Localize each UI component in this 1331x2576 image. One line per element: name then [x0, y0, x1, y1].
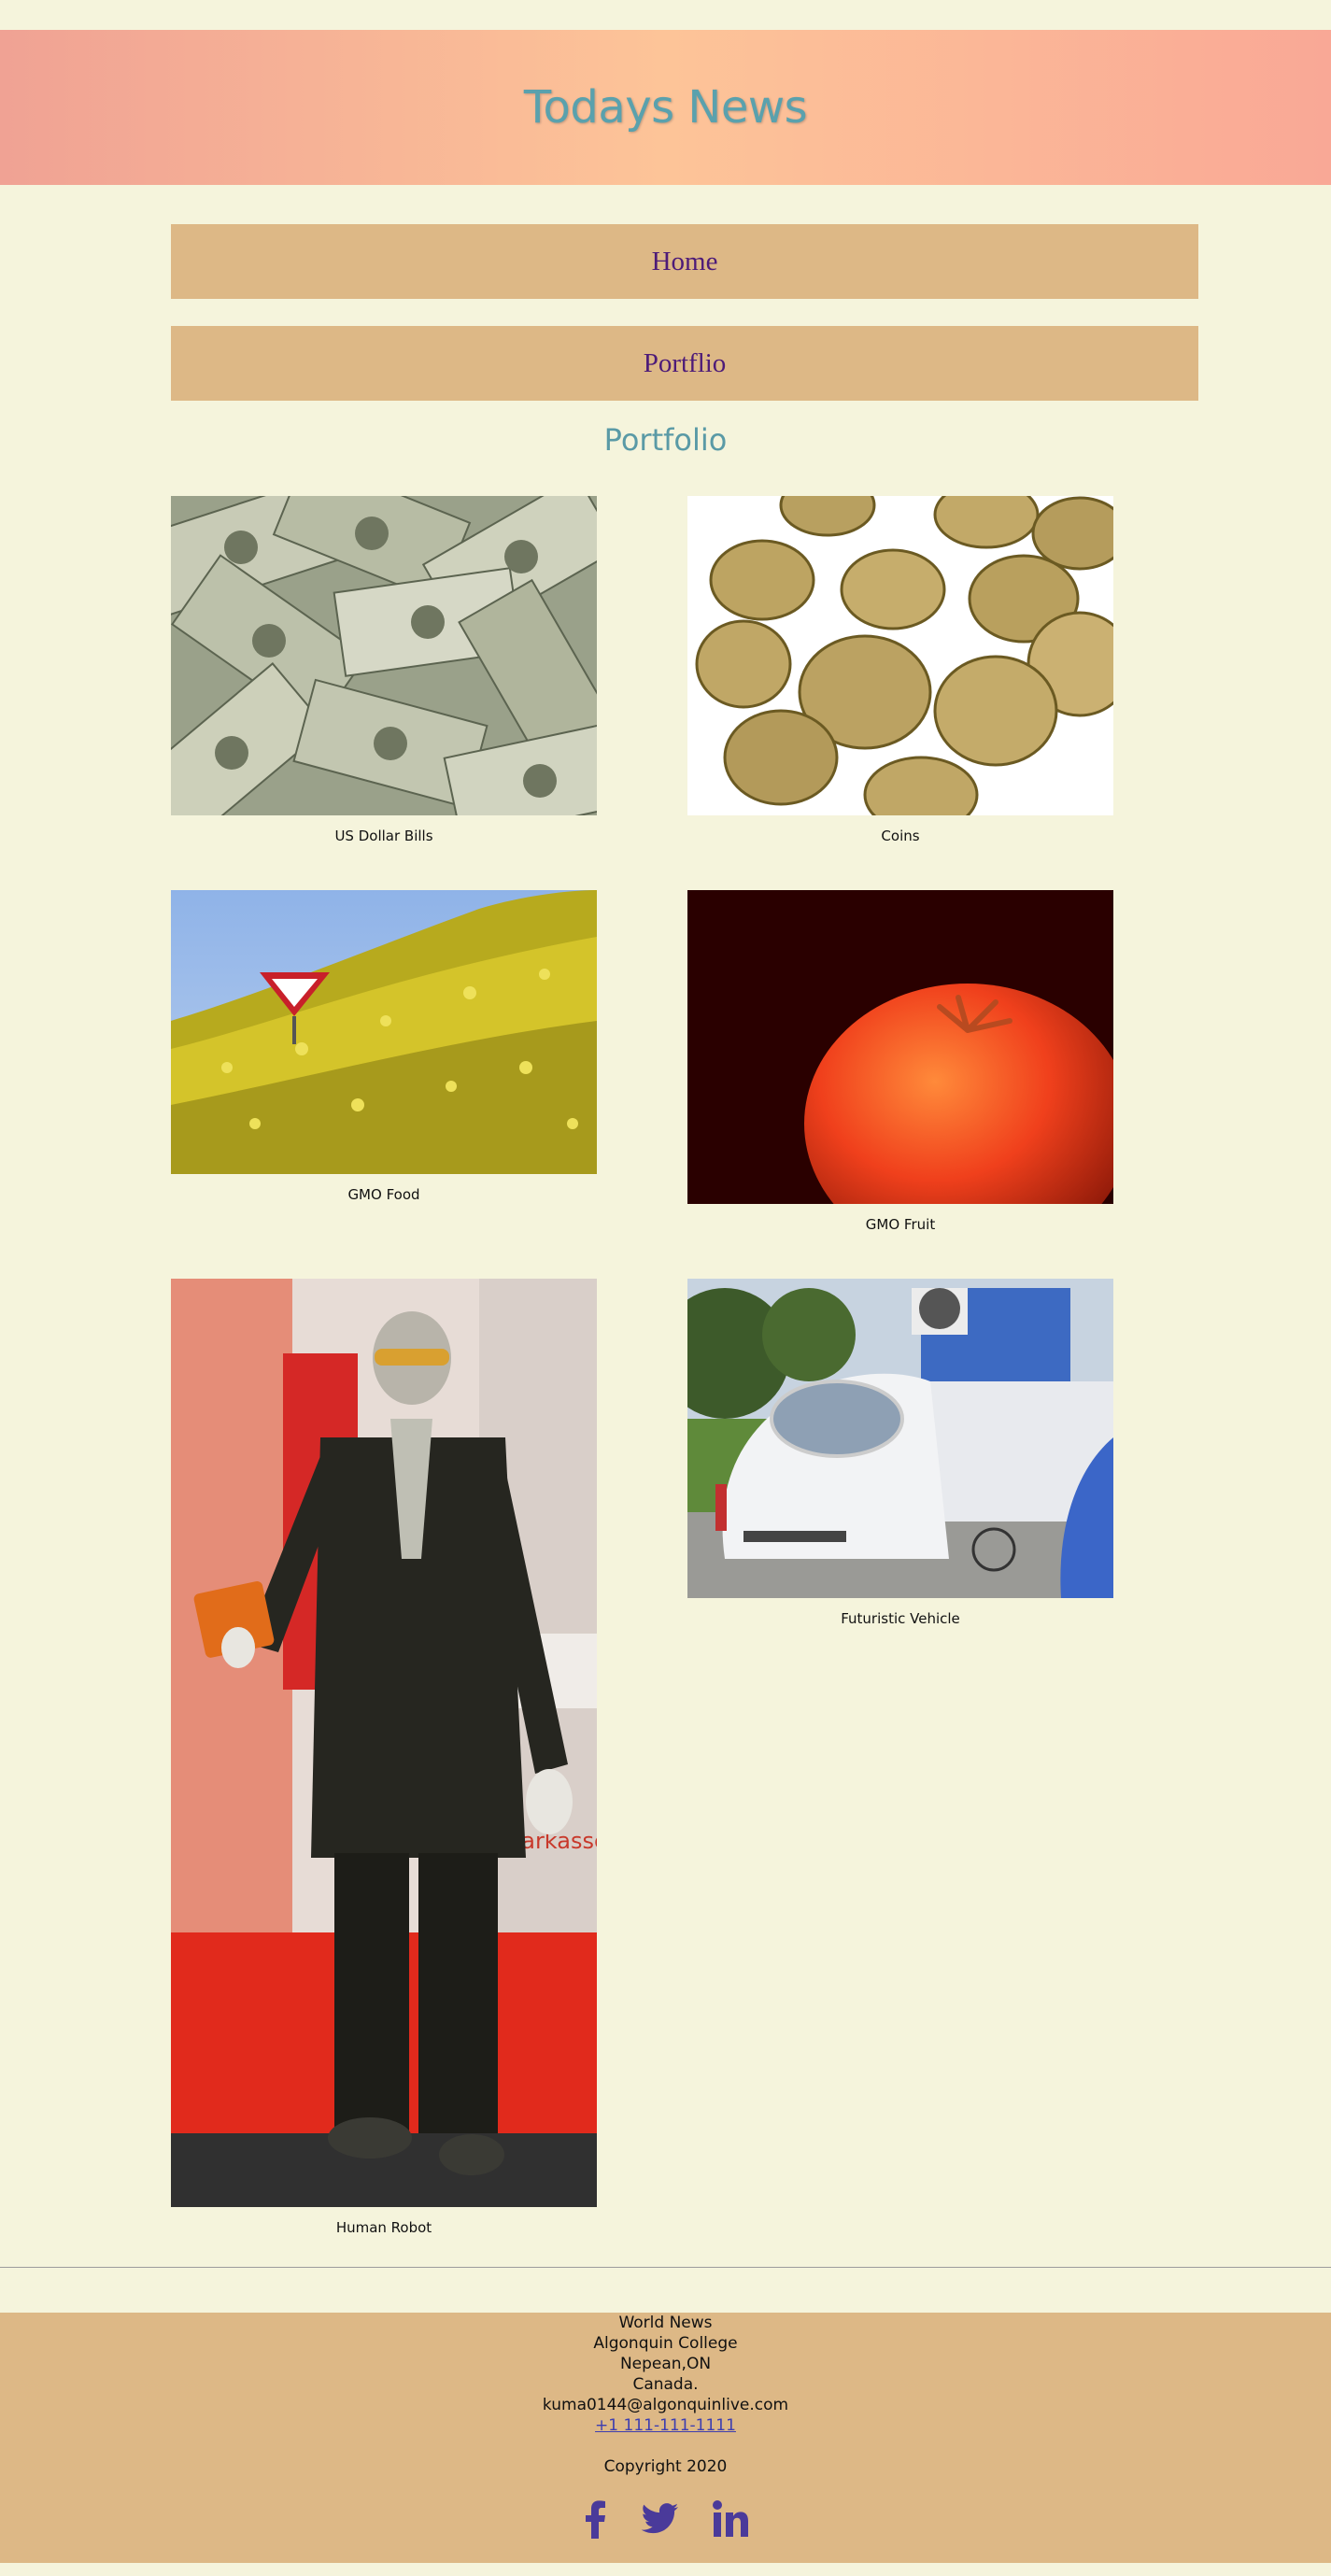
portfolio-caption: Futuristic Vehicle: [841, 1610, 960, 1627]
gmo-fruit-image: [687, 890, 1113, 1204]
footer-college: Algonquin College: [593, 2334, 738, 2353]
footer-country: Canada.: [632, 2375, 699, 2394]
portfolio-caption: Human Robot: [335, 2219, 432, 2236]
nav-home-button[interactable]: Home: [171, 224, 1198, 299]
portfolio-item: Futuristic Vehicle: [687, 1279, 1113, 1627]
footer-city: Nepean,ON: [619, 2355, 712, 2373]
site-footer: World News Algonquin College Nepean,ON C…: [0, 2313, 1331, 2563]
gmo-food-image: [171, 890, 597, 1174]
portfolio-item: parkasse Human Robot: [171, 1279, 597, 2236]
nav-portfolio-button[interactable]: Portflio: [171, 326, 1198, 401]
portfolio-caption: Coins: [881, 828, 920, 844]
footer-divider: [0, 2267, 1331, 2268]
twitter-icon[interactable]: [639, 2499, 680, 2543]
site-header: Todays News: [0, 30, 1331, 185]
coins-image: [687, 496, 1113, 815]
social-links: [0, 2499, 1331, 2543]
portfolio-item: Coins: [687, 496, 1113, 844]
site-title: Todays News: [523, 81, 808, 134]
footer-phone-link[interactable]: +1 111-111-1111: [595, 2416, 736, 2435]
human-robot-image: parkasse: [171, 1279, 597, 2207]
portfolio-caption: GMO Food: [347, 1186, 420, 1203]
section-title: Portfolio: [603, 422, 728, 458]
portfolio-item: GMO Fruit: [687, 890, 1113, 1233]
footer-email: kuma0144@algonquinlive.com: [542, 2396, 789, 2414]
footer-copyright: Copyright 2020: [603, 2457, 728, 2476]
futuristic-vehicle-image: [687, 1279, 1113, 1598]
linkedin-icon[interactable]: [712, 2499, 749, 2543]
portfolio-item: US Dollar Bills: [171, 496, 597, 844]
footer-org-name: World News: [618, 2314, 713, 2332]
portfolio-caption: GMO Fruit: [865, 1216, 936, 1233]
dollar-bills-image: [171, 496, 597, 815]
portfolio-caption: US Dollar Bills: [334, 828, 433, 844]
portfolio-item: GMO Food: [171, 890, 597, 1203]
facebook-icon[interactable]: [583, 2499, 607, 2543]
